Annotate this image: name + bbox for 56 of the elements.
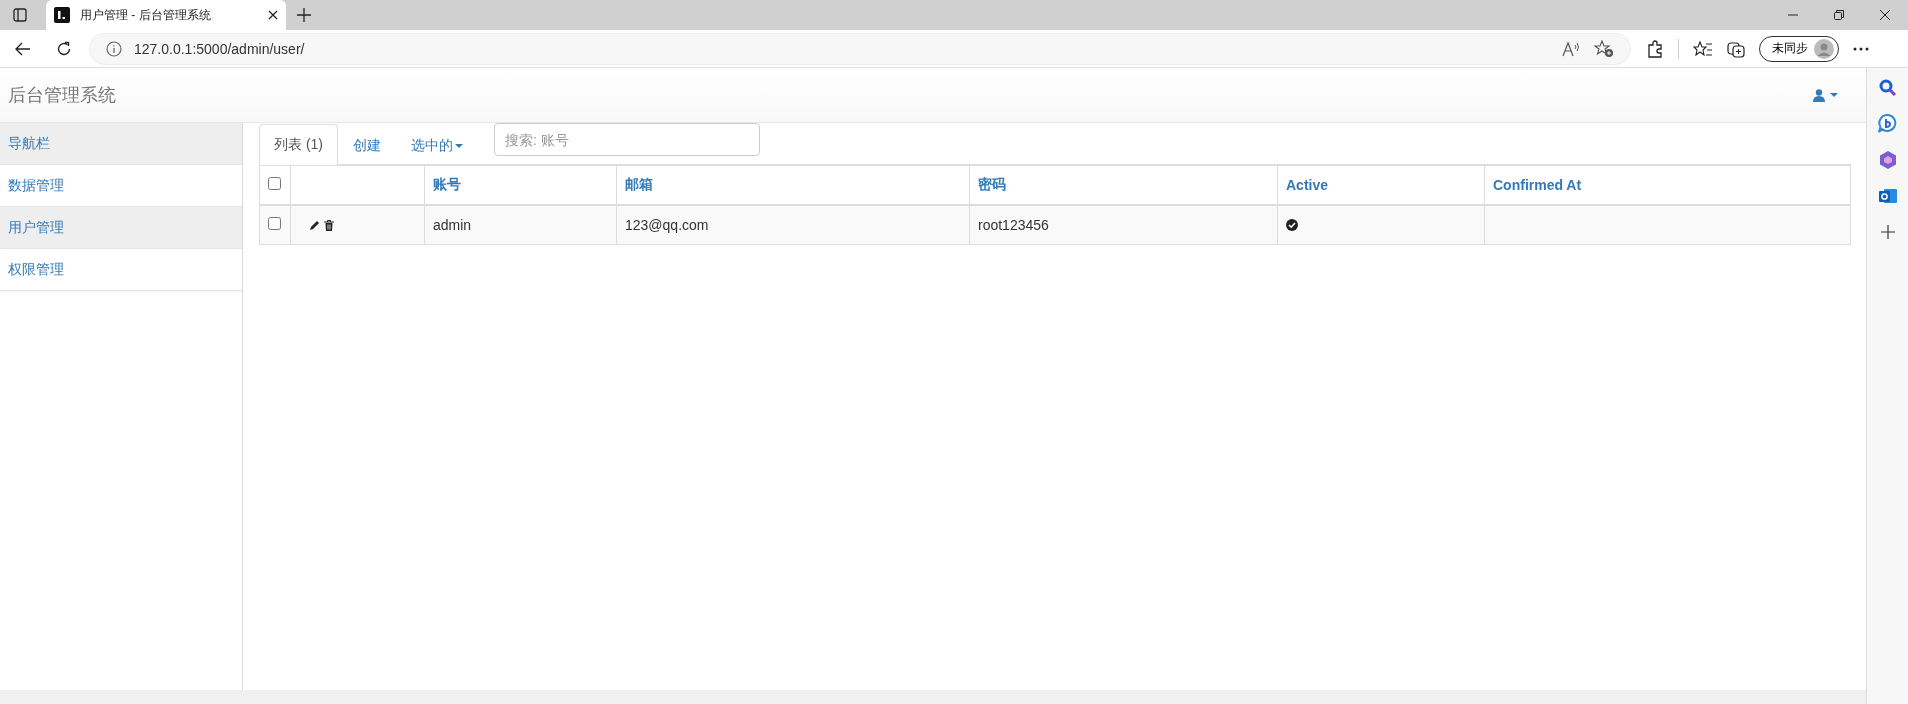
search-icon <box>1877 78 1898 98</box>
close-icon <box>1880 10 1890 20</box>
more-button[interactable] <box>1853 46 1869 51</box>
info-icon <box>106 40 122 57</box>
read-aloud-icon <box>1562 40 1582 57</box>
dropdown-tab[interactable]: 选中的 <box>396 125 478 165</box>
refresh-icon <box>56 40 72 57</box>
select-all-checkbox[interactable] <box>268 177 281 190</box>
puzzle-icon <box>1646 39 1664 58</box>
tab[interactable]: 创建 <box>338 125 396 165</box>
trash-icon <box>324 219 334 231</box>
profile-button[interactable]: 未同步 <box>1759 35 1839 62</box>
search-field[interactable]: 搜索: 账号 <box>494 123 760 156</box>
app-brand[interactable]: 后台管理系统 <box>8 83 116 107</box>
star-list-icon <box>1693 39 1713 58</box>
sidebar-header: 导航栏 <box>0 123 242 165</box>
pencil-icon <box>309 219 320 231</box>
caret-icon <box>455 143 463 148</box>
chat-button[interactable] <box>1877 114 1898 134</box>
back-arrow-icon <box>15 41 31 56</box>
mail-button[interactable] <box>1877 186 1898 206</box>
favorites-button[interactable] <box>1693 39 1713 58</box>
sidebar-item[interactable]: 权限管理 <box>0 249 242 291</box>
avatar-icon <box>1814 38 1834 59</box>
plus-icon <box>297 8 311 22</box>
read-aloud-button[interactable] <box>1562 40 1582 57</box>
close-icon <box>268 10 278 20</box>
browser-tab[interactable]: 用户管理 - 后台管理系统 <box>46 0 286 30</box>
chat-bubble-icon <box>1877 114 1898 134</box>
sidebar-toggle-icon <box>13 8 27 22</box>
office-button[interactable] <box>1877 150 1898 170</box>
add-favorite-button[interactable] <box>1594 39 1614 58</box>
row-checkbox[interactable] <box>268 217 281 230</box>
collections-icon <box>1727 39 1745 58</box>
hexagon-icon <box>1877 150 1898 170</box>
tab-title: 用户管理 - 后台管理系统 <box>80 6 212 24</box>
tab[interactable]: 列表 (1) <box>259 124 338 165</box>
mail-icon <box>1877 186 1898 206</box>
table-cell: 123@qq.com <box>616 205 970 245</box>
sidebar-item[interactable]: 数据管理 <box>0 165 242 207</box>
more-icon <box>1853 46 1869 51</box>
caret-icon <box>1830 93 1838 97</box>
user-icon <box>1813 88 1825 102</box>
close-tab-button[interactable] <box>268 10 278 20</box>
collections-button[interactable] <box>1727 39 1745 58</box>
edit-button[interactable] <box>309 219 320 231</box>
table-cell: admin <box>424 205 617 245</box>
table-cell: root123456 <box>969 205 1278 245</box>
extensions-button[interactable] <box>1646 39 1664 58</box>
restore-icon <box>1834 10 1844 20</box>
star-plus-icon <box>1594 39 1614 58</box>
search-button[interactable] <box>1877 78 1898 98</box>
site-favicon <box>54 7 70 23</box>
delete-button[interactable] <box>324 219 334 231</box>
sidebar-item[interactable]: 用户管理 <box>0 207 242 249</box>
address-bar[interactable]: 127.0.0.1:5000/admin/user/ <box>90 33 1630 64</box>
